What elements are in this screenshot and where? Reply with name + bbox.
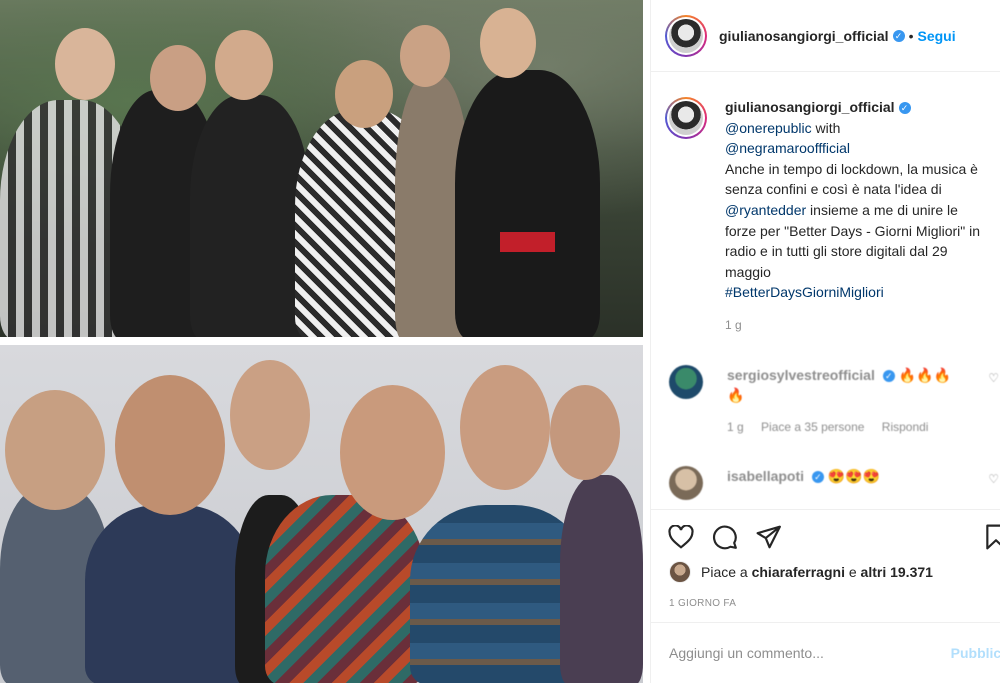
comment-icon[interactable] [711, 523, 739, 551]
likes-summary[interactable]: Piace a chiaraferragni e altri 19.371 [669, 561, 933, 583]
verified-badge-icon: ✓ [898, 102, 911, 115]
caption-avatar[interactable] [665, 97, 707, 139]
caption-username[interactable]: giulianosangiorgi_official [725, 99, 895, 115]
header-username[interactable]: giulianosangiorgi_official [719, 28, 889, 44]
heart-icon[interactable] [667, 523, 695, 551]
caption-time: 1 g [725, 317, 742, 332]
share-icon[interactable] [755, 523, 783, 551]
post-media[interactable] [0, 0, 643, 683]
comment-likes[interactable]: Piace a 35 persone [761, 420, 864, 434]
instagram-post: giulianosangiorgi_official ✓ • Segui giu… [0, 0, 1000, 683]
likes-prefix: Piace a [701, 564, 748, 580]
post-caption: giulianosangiorgi_official ✓ @onerepublic… [651, 73, 1000, 336]
reply-button[interactable]: Rispondi [882, 420, 929, 434]
heart-icon[interactable]: ♡ [988, 472, 999, 486]
mention-link[interactable]: @onerepublic [725, 120, 812, 136]
caption-text: with [811, 119, 841, 136]
comment-item: sergiosylvestreofficial ✓ 🔥🔥🔥🔥 1 g Piace… [651, 365, 1000, 437]
commenter-username[interactable]: sergiosylvestreofficial [727, 367, 875, 383]
liker-username[interactable]: chiaraferragni [752, 564, 845, 580]
publish-button[interactable]: Pubblica [951, 645, 1000, 661]
caption-text: Anche in tempo di lockdown, la musica è … [725, 160, 978, 198]
separator-dot: • [908, 27, 914, 44]
comment-input[interactable] [669, 645, 929, 661]
heart-icon[interactable]: ♡ [988, 371, 999, 385]
comment-time: 1 g [727, 420, 744, 434]
commenter-avatar[interactable] [669, 466, 703, 500]
follow-button[interactable]: Segui [917, 28, 955, 44]
mention-link[interactable]: @negramarooffficial [725, 140, 850, 156]
comments-list[interactable]: giulianosangiorgi_official ✓ @onerepublic… [651, 73, 1000, 508]
comment-text: 😍😍😍 [827, 468, 881, 484]
commenter-avatar[interactable] [669, 365, 703, 399]
verified-badge-icon: ✓ [811, 471, 824, 484]
band-photo-onerepublic [0, 0, 643, 337]
bookmark-icon[interactable] [985, 524, 1000, 553]
action-bar [651, 509, 1000, 563]
hashtag-link[interactable]: #BetterDaysGiorniMigliori [725, 284, 884, 300]
mention-link[interactable]: @ryantedder [725, 202, 806, 218]
likes-middle: e [848, 564, 857, 580]
post-timestamp: 1 GIORNO FA [669, 598, 737, 609]
post-sidebar: giulianosangiorgi_official ✓ • Segui giu… [650, 0, 1000, 683]
comment-item: isabellapoti ✓ 😍😍😍 ♡ [651, 466, 1000, 500]
commenter-username[interactable]: isabellapoti [727, 468, 804, 484]
post-header: giulianosangiorgi_official ✓ • Segui [651, 0, 1000, 72]
profile-avatar[interactable] [665, 14, 707, 57]
verified-badge-icon: ✓ [892, 29, 905, 42]
verified-badge-icon: ✓ [882, 370, 895, 383]
band-photo-negramaro [0, 345, 643, 683]
add-comment-bar: Pubblica [651, 622, 1000, 683]
likes-count[interactable]: altri 19.371 [861, 564, 933, 580]
liker-avatar [669, 561, 691, 583]
